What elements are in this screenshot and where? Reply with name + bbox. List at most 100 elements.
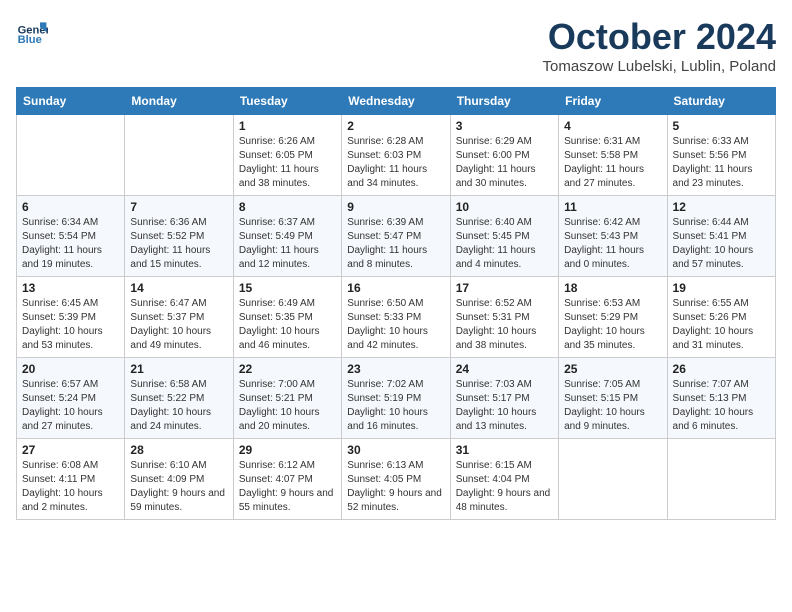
day-number: 29 [239, 443, 336, 457]
calendar-cell-0-3: 2Sunrise: 6:28 AM Sunset: 6:03 PM Daylig… [342, 115, 450, 196]
day-number: 25 [564, 362, 661, 376]
day-number: 21 [130, 362, 227, 376]
day-info: Sunrise: 7:07 AM Sunset: 5:13 PM Dayligh… [673, 378, 770, 434]
calendar-row-4: 27 Sunrise: 6:08 AM Sunset: 4:11 PM Dayli… [17, 439, 776, 520]
day-number: 18 [564, 281, 661, 295]
calendar-row-0: 1 Sunrise: 6:26 AM Sunset: 6:05 PM Daylig… [17, 115, 776, 196]
col-wednesday: Wednesday [342, 88, 450, 115]
logo: General Blue [16, 16, 48, 48]
calendar-cell-0-4: 3 Sunrise: 6:29 AM Sunset: 6:00 PM Daylig… [450, 115, 558, 196]
day-number: 9 [347, 200, 444, 214]
day-number: 17 [456, 281, 553, 295]
day-number: 26 [673, 362, 770, 376]
calendar-row-1: 6 Sunrise: 6:34 AM Sunset: 5:54 PM Daylig… [17, 196, 776, 277]
calendar-cell-3-2: 22 Sunrise: 7:00 AM Sunset: 5:21 PM Dayli… [233, 358, 341, 439]
calendar-cell-0-5: 4Sunrise: 6:31 AM Sunset: 5:58 PM Daylig… [559, 115, 667, 196]
calendar-title: October 2024 [543, 16, 776, 58]
day-info: Sunrise: 6:49 AM Sunset: 5:35 PM Dayligh… [239, 297, 336, 353]
calendar-cell-3-6: 26 Sunrise: 7:07 AM Sunset: 5:13 PM Dayli… [667, 358, 775, 439]
calendar-cell-2-3: 16Sunrise: 6:50 AM Sunset: 5:33 PM Dayli… [342, 277, 450, 358]
day-number: 23 [347, 362, 444, 376]
day-info: Sunrise: 6:39 AM Sunset: 5:47 PM Dayligh… [347, 216, 444, 272]
col-saturday: Saturday [667, 88, 775, 115]
day-number: 8 [239, 200, 336, 214]
calendar-cell-2-5: 18Sunrise: 6:53 AM Sunset: 5:29 PM Dayli… [559, 277, 667, 358]
calendar-row-2: 13 Sunrise: 6:45 AM Sunset: 5:39 PM Dayli… [17, 277, 776, 358]
calendar-cell-4-3: 30 Sunrise: 6:13 AM Sunset: 4:05 PM Dayli… [342, 439, 450, 520]
day-info: Sunrise: 6:08 AM Sunset: 4:11 PM Dayligh… [22, 459, 119, 515]
day-number: 12 [673, 200, 770, 214]
calendar-cell-3-1: 21Sunrise: 6:58 AM Sunset: 5:22 PM Dayli… [125, 358, 233, 439]
calendar-subtitle: Tomaszow Lubelski, Lublin, Poland [543, 58, 776, 75]
day-info: Sunrise: 6:37 AM Sunset: 5:49 PM Dayligh… [239, 216, 336, 272]
logo-icon: General Blue [16, 16, 48, 48]
title-section: October 2024 Tomaszow Lubelski, Lublin, … [543, 16, 776, 75]
day-number: 28 [130, 443, 227, 457]
day-number: 22 [239, 362, 336, 376]
calendar-cell-1-0: 6 Sunrise: 6:34 AM Sunset: 5:54 PM Daylig… [17, 196, 125, 277]
calendar-cell-1-4: 10 Sunrise: 6:40 AM Sunset: 5:45 PM Dayli… [450, 196, 558, 277]
calendar-row-3: 20Sunrise: 6:57 AM Sunset: 5:24 PM Dayli… [17, 358, 776, 439]
day-number: 16 [347, 281, 444, 295]
calendar-cell-1-5: 11 Sunrise: 6:42 AM Sunset: 5:43 PM Dayli… [559, 196, 667, 277]
day-number: 1 [239, 119, 336, 133]
day-info: Sunrise: 6:57 AM Sunset: 5:24 PM Dayligh… [22, 378, 119, 434]
calendar-cell-0-1 [125, 115, 233, 196]
header-row: Sunday Monday Tuesday Wednesday Thursday… [17, 88, 776, 115]
day-number: 31 [456, 443, 553, 457]
day-info: Sunrise: 6:34 AM Sunset: 5:54 PM Dayligh… [22, 216, 119, 272]
calendar-cell-0-0 [17, 115, 125, 196]
day-number: 14 [130, 281, 227, 295]
day-number: 10 [456, 200, 553, 214]
calendar-cell-2-1: 14 Sunrise: 6:47 AM Sunset: 5:37 PM Dayli… [125, 277, 233, 358]
day-info: Sunrise: 6:28 AM Sunset: 6:03 PM Dayligh… [347, 135, 444, 191]
day-info: Sunrise: 6:52 AM Sunset: 5:31 PM Dayligh… [456, 297, 553, 353]
day-number: 3 [456, 119, 553, 133]
day-info: Sunrise: 6:40 AM Sunset: 5:45 PM Dayligh… [456, 216, 553, 272]
calendar-cell-0-6: 5Sunrise: 6:33 AM Sunset: 5:56 PM Daylig… [667, 115, 775, 196]
day-info: Sunrise: 6:36 AM Sunset: 5:52 PM Dayligh… [130, 216, 227, 272]
day-number: 13 [22, 281, 119, 295]
calendar-cell-4-2: 29 Sunrise: 6:12 AM Sunset: 4:07 PM Dayli… [233, 439, 341, 520]
page-header: General Blue October 2024 Tomaszow Lubel… [16, 16, 776, 75]
calendar-cell-1-1: 7 Sunrise: 6:36 AM Sunset: 5:52 PM Daylig… [125, 196, 233, 277]
col-friday: Friday [559, 88, 667, 115]
day-info: Sunrise: 6:15 AM Sunset: 4:04 PM Dayligh… [456, 459, 553, 515]
day-info: Sunrise: 6:47 AM Sunset: 5:37 PM Dayligh… [130, 297, 227, 353]
day-number: 19 [673, 281, 770, 295]
col-thursday: Thursday [450, 88, 558, 115]
calendar-cell-1-3: 9 Sunrise: 6:39 AM Sunset: 5:47 PM Daylig… [342, 196, 450, 277]
col-monday: Monday [125, 88, 233, 115]
calendar-cell-3-4: 24Sunrise: 7:03 AM Sunset: 5:17 PM Dayli… [450, 358, 558, 439]
day-number: 4 [564, 119, 661, 133]
day-number: 11 [564, 200, 661, 214]
day-number: 27 [22, 443, 119, 457]
calendar-cell-4-5 [559, 439, 667, 520]
calendar-cell-0-2: 1 Sunrise: 6:26 AM Sunset: 6:05 PM Daylig… [233, 115, 341, 196]
day-number: 15 [239, 281, 336, 295]
day-number: 6 [22, 200, 119, 214]
day-info: Sunrise: 6:13 AM Sunset: 4:05 PM Dayligh… [347, 459, 444, 515]
calendar-cell-4-4: 31 Sunrise: 6:15 AM Sunset: 4:04 PM Dayli… [450, 439, 558, 520]
calendar-cell-2-6: 19 Sunrise: 6:55 AM Sunset: 5:26 PM Dayli… [667, 277, 775, 358]
day-info: Sunrise: 6:42 AM Sunset: 5:43 PM Dayligh… [564, 216, 661, 272]
calendar-table: Sunday Monday Tuesday Wednesday Thursday… [16, 87, 776, 520]
day-info: Sunrise: 7:00 AM Sunset: 5:21 PM Dayligh… [239, 378, 336, 434]
calendar-cell-3-0: 20Sunrise: 6:57 AM Sunset: 5:24 PM Dayli… [17, 358, 125, 439]
calendar-cell-4-1: 28 Sunrise: 6:10 AM Sunset: 4:09 PM Dayli… [125, 439, 233, 520]
calendar-cell-1-6: 12Sunrise: 6:44 AM Sunset: 5:41 PM Dayli… [667, 196, 775, 277]
svg-text:Blue: Blue [18, 34, 42, 46]
calendar-cell-2-4: 17 Sunrise: 6:52 AM Sunset: 5:31 PM Dayli… [450, 277, 558, 358]
calendar-cell-1-2: 8 Sunrise: 6:37 AM Sunset: 5:49 PM Daylig… [233, 196, 341, 277]
day-number: 30 [347, 443, 444, 457]
calendar-cell-3-3: 23Sunrise: 7:02 AM Sunset: 5:19 PM Dayli… [342, 358, 450, 439]
day-number: 24 [456, 362, 553, 376]
day-info: Sunrise: 6:29 AM Sunset: 6:00 PM Dayligh… [456, 135, 553, 191]
day-info: Sunrise: 6:55 AM Sunset: 5:26 PM Dayligh… [673, 297, 770, 353]
day-number: 5 [673, 119, 770, 133]
day-info: Sunrise: 6:12 AM Sunset: 4:07 PM Dayligh… [239, 459, 336, 515]
day-info: Sunrise: 6:10 AM Sunset: 4:09 PM Dayligh… [130, 459, 227, 515]
day-info: Sunrise: 6:45 AM Sunset: 5:39 PM Dayligh… [22, 297, 119, 353]
day-number: 7 [130, 200, 227, 214]
day-info: Sunrise: 6:26 AM Sunset: 6:05 PM Dayligh… [239, 135, 336, 191]
